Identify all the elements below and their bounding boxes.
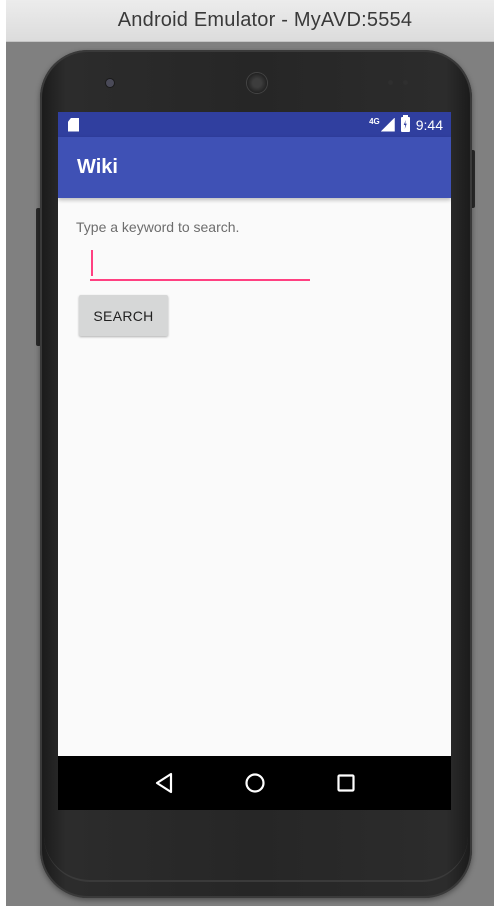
signal-strength-icon — [380, 117, 395, 132]
text-cursor — [91, 250, 93, 276]
network-type-label: 4G — [369, 116, 380, 126]
device-screen: 4G 9:44 Wiki Type a keyword to search. S… — [58, 112, 451, 810]
search-button[interactable]: SEARCH — [79, 295, 168, 336]
proximity-sensor-icon — [388, 80, 418, 86]
earpiece-speaker-icon — [247, 73, 267, 93]
status-bar: 4G 9:44 — [58, 112, 451, 137]
emulator-title-bar[interactable]: Android Emulator - MyAVD:5554 — [6, 0, 494, 42]
keyword-search-input[interactable] — [90, 248, 310, 281]
status-indicators: 4G 9:44 — [369, 115, 443, 133]
battery-charging-icon — [400, 115, 410, 132]
recents-icon — [336, 774, 355, 792]
sd-card-icon — [68, 117, 79, 132]
phone-bottom-edge — [44, 832, 468, 882]
recents-button[interactable] — [326, 763, 366, 803]
home-icon — [244, 773, 265, 793]
emulator-window-title: Android Emulator - MyAVD:5554 — [117, 9, 413, 31]
search-prompt-label: Type a keyword to search. — [76, 219, 240, 235]
navigation-bar — [58, 756, 451, 810]
app-title: Wiki — [77, 156, 118, 178]
home-button[interactable] — [235, 763, 275, 803]
front-camera-icon — [106, 79, 114, 87]
back-icon — [155, 772, 172, 794]
app-toolbar: Wiki — [58, 137, 451, 198]
back-button[interactable] — [144, 763, 184, 803]
status-clock: 9:44 — [415, 116, 443, 133]
network-indicator: 4G — [369, 116, 395, 132]
